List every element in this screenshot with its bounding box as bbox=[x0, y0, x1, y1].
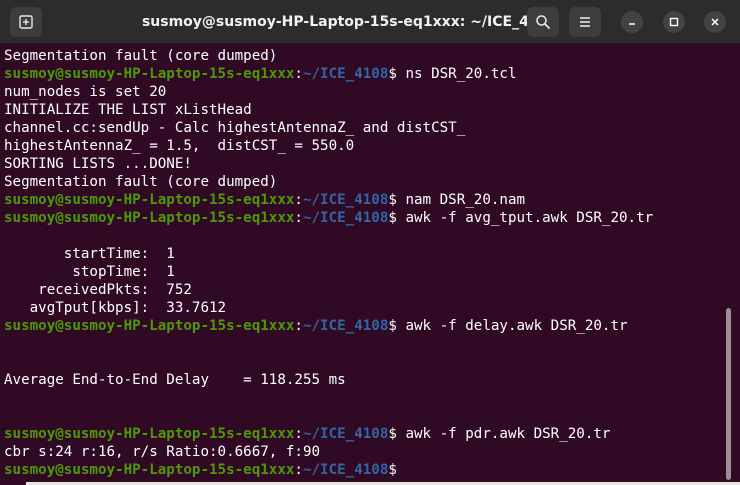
command-text: ns DSR_20.tcl bbox=[396, 66, 517, 82]
output-line: channel.cc:sendUp - Calc highestAntennaZ… bbox=[4, 120, 466, 136]
prompt-path: ~/ICE_4108 bbox=[302, 192, 389, 208]
output-line: stopTime: 1 bbox=[4, 264, 175, 280]
prompt-line: susmoy@susmoy-HP-Laptop-15s-eq1xxx:~/ICE… bbox=[4, 461, 724, 479]
prompt-symbol: $ bbox=[388, 426, 397, 442]
prompt-path: ~/ICE_4108 bbox=[302, 426, 389, 442]
output-line: Segmentation fault (core dumped) bbox=[4, 174, 278, 190]
maximize-button[interactable] bbox=[663, 11, 685, 33]
prompt-path: ~/ICE_4108 bbox=[302, 210, 389, 226]
terminal-window: susmoy@susmoy-HP-Laptop-15s-eq1xxx: ~/IC… bbox=[0, 0, 740, 485]
prompt-path: ~/ICE_4108 bbox=[302, 318, 389, 334]
prompt-colon: : bbox=[294, 462, 303, 478]
prompt-symbol: $ bbox=[388, 210, 397, 226]
output-line: avgTput[kbps]: 33.7612 bbox=[4, 300, 227, 316]
prompt-line: susmoy@susmoy-HP-Laptop-15s-eq1xxx:~/ICE… bbox=[4, 191, 724, 209]
prompt-colon: : bbox=[294, 192, 303, 208]
prompt-colon: : bbox=[294, 426, 303, 442]
prompt-path: ~/ICE_4108 bbox=[302, 66, 389, 82]
hamburger-menu-icon bbox=[577, 14, 593, 30]
minimize-icon bbox=[627, 17, 637, 27]
prompt-symbol: $ bbox=[388, 192, 397, 208]
terminal-output[interactable]: Segmentation fault (core dumped) susmoy@s… bbox=[4, 47, 724, 483]
prompt-path: ~/ICE_4108 bbox=[302, 462, 389, 478]
command-text: awk -f delay.awk DSR_20.tr bbox=[396, 318, 628, 334]
maximize-icon bbox=[669, 17, 679, 27]
prompt-symbol: $ bbox=[388, 66, 397, 82]
prompt-user-host: susmoy@susmoy-HP-Laptop-15s-eq1xxx bbox=[4, 426, 295, 442]
prompt-line: susmoy@susmoy-HP-Laptop-15s-eq1xxx:~/ICE… bbox=[4, 317, 724, 335]
new-tab-button[interactable] bbox=[10, 7, 42, 37]
new-tab-icon bbox=[18, 14, 34, 30]
window-title: susmoy@susmoy-HP-Laptop-15s-eq1xxx: ~/IC… bbox=[141, 14, 559, 30]
close-icon bbox=[710, 17, 720, 27]
prompt-user-host: susmoy@susmoy-HP-Laptop-15s-eq1xxx bbox=[4, 210, 295, 226]
prompt-colon: : bbox=[294, 210, 303, 226]
search-icon bbox=[535, 14, 551, 30]
output-line: receivedPkts: 752 bbox=[4, 282, 192, 298]
prompt-symbol: $ bbox=[388, 462, 397, 478]
prompt-symbol: $ bbox=[388, 318, 397, 334]
header-bar: susmoy@susmoy-HP-Laptop-15s-eq1xxx: ~/IC… bbox=[0, 0, 740, 44]
minimize-button[interactable] bbox=[621, 11, 643, 33]
prompt-user-host: susmoy@susmoy-HP-Laptop-15s-eq1xxx bbox=[4, 462, 295, 478]
search-button[interactable] bbox=[527, 7, 559, 37]
prompt-user-host: susmoy@susmoy-HP-Laptop-15s-eq1xxx bbox=[4, 192, 295, 208]
prompt-user-host: susmoy@susmoy-HP-Laptop-15s-eq1xxx bbox=[4, 318, 295, 334]
output-line: startTime: 1 bbox=[4, 246, 175, 262]
output-line: Segmentation fault (core dumped) bbox=[4, 48, 278, 64]
prompt-colon: : bbox=[294, 318, 303, 334]
vertical-scrollbar[interactable] bbox=[726, 308, 731, 480]
close-button[interactable] bbox=[704, 11, 726, 33]
output-line: highestAntennaZ_ = 1.5, distCST_ = 550.0 bbox=[4, 138, 355, 154]
prompt-line: susmoy@susmoy-HP-Laptop-15s-eq1xxx:~/ICE… bbox=[4, 65, 724, 83]
command-text: nam DSR_20.nam bbox=[396, 192, 526, 208]
prompt-line: susmoy@susmoy-HP-Laptop-15s-eq1xxx:~/ICE… bbox=[4, 425, 724, 443]
prompt-user-host: susmoy@susmoy-HP-Laptop-15s-eq1xxx bbox=[4, 66, 295, 82]
output-line: INITIALIZE THE LIST xListHead bbox=[4, 102, 252, 118]
output-line: num_nodes is set 20 bbox=[4, 84, 167, 100]
output-line: cbr s:24 r:16, r/s Ratio:0.6667, f:90 bbox=[4, 444, 321, 460]
output-line: Average End-to-End Delay = 118.255 ms bbox=[4, 372, 346, 388]
prompt-colon: : bbox=[294, 66, 303, 82]
output-line: SORTING LISTS ...DONE! bbox=[4, 156, 192, 172]
command-text: awk -f avg_tput.awk DSR_20.tr bbox=[396, 210, 654, 226]
prompt-line: susmoy@susmoy-HP-Laptop-15s-eq1xxx:~/ICE… bbox=[4, 209, 724, 227]
menu-button[interactable] bbox=[569, 7, 601, 37]
command-text: awk -f pdr.awk DSR_20.tr bbox=[396, 426, 611, 442]
